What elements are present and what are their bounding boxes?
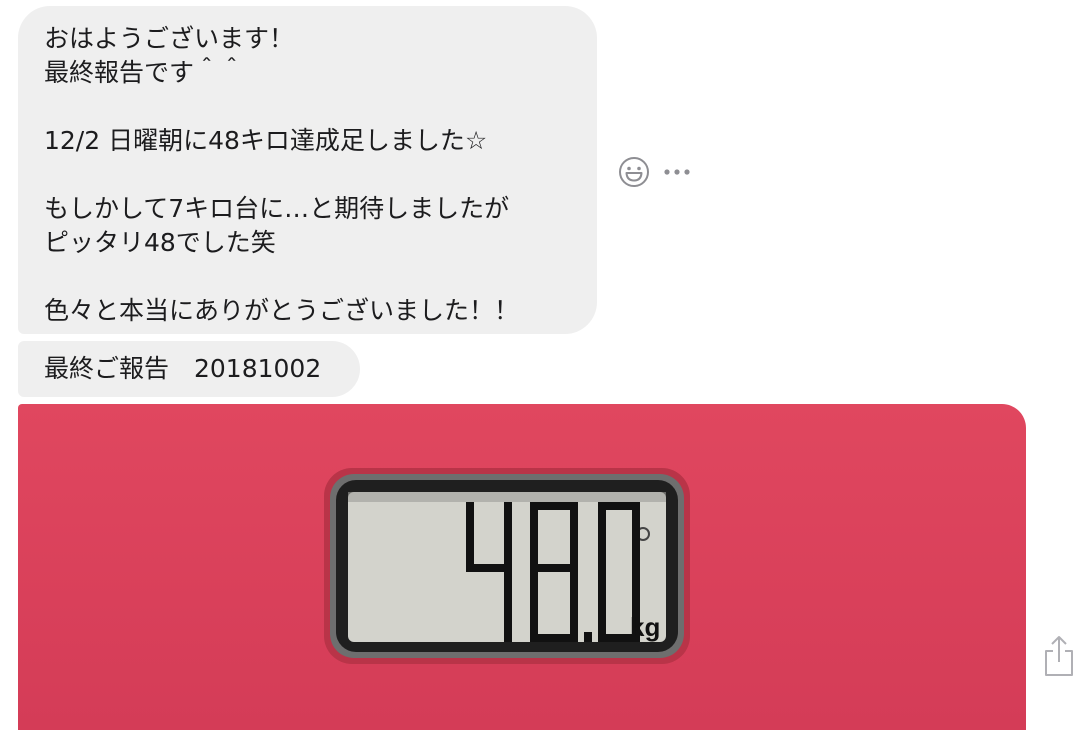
message-actions	[618, 156, 692, 188]
message-line: 12/2 日曜朝に48キロ達成足しました☆	[44, 126, 488, 155]
share-icon[interactable]	[1042, 634, 1076, 682]
message-bubble[interactable]: おはようございます！ 最終報告です＾＾ 12/2 日曜朝に48キロ達成足しました…	[18, 6, 597, 334]
message-line: ピッタリ48でした笑	[44, 228, 276, 257]
smiley-face-icon[interactable]	[618, 156, 650, 188]
message-line: 最終報告です＾＾	[44, 58, 245, 87]
more-dots-icon[interactable]	[662, 167, 692, 177]
lcd-unit: kg	[630, 612, 660, 642]
message-line: もしかして7キロ台に…と期待しましたが	[44, 194, 510, 223]
photo-caption: 最終ご報告 20181002	[18, 341, 360, 397]
scale-photo[interactable]: kg	[18, 404, 1026, 730]
message-line: おはようございます！	[44, 24, 295, 53]
scale-display-illustration: kg	[324, 468, 690, 664]
message-line: 色々と本当にありがとうございました！！	[44, 296, 520, 325]
